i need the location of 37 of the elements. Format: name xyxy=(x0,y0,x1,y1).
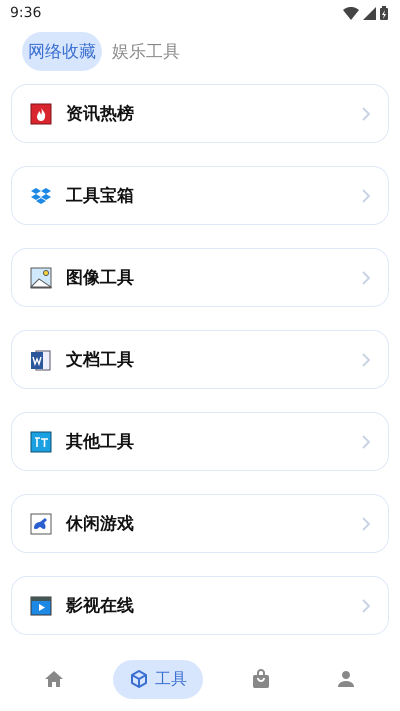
menu-label: 图像工具 xyxy=(66,267,135,289)
tab[interactable]: 网络收藏 xyxy=(22,32,102,70)
bag-icon xyxy=(251,669,272,689)
menu-label: 文档工具 xyxy=(66,349,135,371)
user-icon xyxy=(336,669,356,689)
chevron-icon xyxy=(362,352,370,366)
menu-card[interactable]: 其他工具 xyxy=(11,412,389,471)
nav-button[interactable]: 工具 xyxy=(112,660,203,698)
menu-card[interactable]: 影视在线 xyxy=(11,576,389,635)
image-icon xyxy=(30,266,52,288)
cube-icon xyxy=(128,669,149,689)
tab[interactable]: 娱乐工具 xyxy=(106,32,186,70)
battery-icon xyxy=(380,6,388,20)
menu-label: 资讯热榜 xyxy=(66,103,135,125)
fire-icon xyxy=(30,102,52,124)
menu-card[interactable]: 图像工具 xyxy=(11,248,389,307)
video-icon xyxy=(30,594,52,616)
clock: 9:36 xyxy=(10,5,42,21)
menu-label: 其他工具 xyxy=(66,431,135,453)
menu-card[interactable]: 文档工具 xyxy=(11,330,389,389)
chevron-icon xyxy=(362,434,370,448)
menu-card[interactable]: 工具宝箱 xyxy=(11,166,389,225)
home-icon xyxy=(44,669,64,689)
menu-label: 休闲游戏 xyxy=(66,513,135,535)
menu-label: 工具宝箱 xyxy=(66,185,135,207)
menu-card[interactable]: 休闲游戏 xyxy=(11,494,389,553)
document-icon xyxy=(30,348,52,370)
wifi-icon xyxy=(343,6,359,20)
chevron-icon xyxy=(362,188,370,202)
chevron-icon xyxy=(362,598,370,612)
text-icon xyxy=(30,430,52,452)
signal-icon xyxy=(363,6,376,20)
menu-label: 影视在线 xyxy=(66,595,135,617)
menu-card[interactable]: 资讯热榜 xyxy=(11,84,389,143)
chevron-icon xyxy=(362,106,370,120)
chevron-icon xyxy=(362,516,370,530)
chevron-icon xyxy=(362,270,370,284)
